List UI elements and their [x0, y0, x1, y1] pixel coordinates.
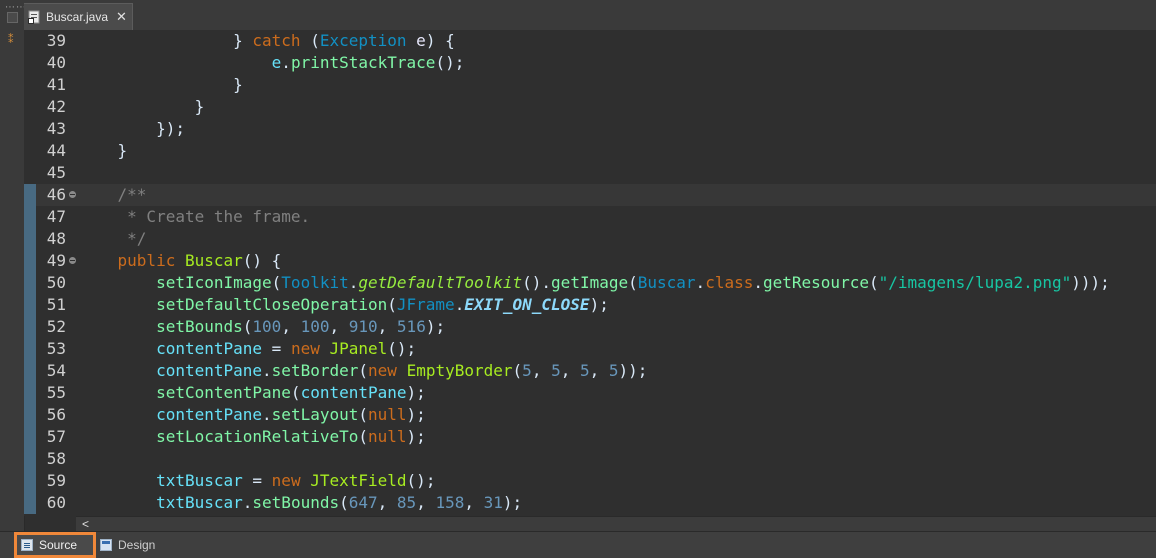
source-icon	[21, 539, 33, 551]
line-number: 45	[46, 163, 66, 182]
line-number: 58	[46, 449, 66, 468]
code-line[interactable]: 54 contentPane.setBorder(new EmptyBorder…	[24, 360, 1156, 382]
tab-title: Buscar.java	[46, 10, 109, 24]
code-text: setIconImage(Toolkit.getDefaultToolkit()…	[156, 273, 1110, 292]
tab-source-label: Source	[39, 538, 78, 552]
line-number: 54	[46, 361, 66, 380]
line-number: 46	[46, 185, 66, 204]
line-number: 56	[46, 405, 66, 424]
code-text: contentPane.setBorder(new EmptyBorder(5,…	[156, 361, 648, 380]
code-editor[interactable]: 39 } catch (Exception e) {40 e.printStac…	[24, 30, 1156, 516]
code-line[interactable]: 51 setDefaultCloseOperation(JFrame.EXIT_…	[24, 294, 1156, 316]
code-line[interactable]: 48 */	[24, 228, 1156, 250]
code-line[interactable]: 50 setIconImage(Toolkit.getDefaultToolki…	[24, 272, 1156, 294]
line-number: 53	[46, 339, 66, 358]
code-text: * Create the frame.	[117, 207, 311, 226]
left-gutter-strip: ⋯⋯ ⁑	[0, 0, 26, 531]
line-number: 41	[46, 75, 66, 94]
close-icon[interactable]: ✕	[116, 10, 127, 25]
minimize-icon[interactable]	[7, 12, 18, 23]
line-number: 43	[46, 119, 66, 138]
line-number: 44	[46, 141, 66, 160]
line-number: 40	[46, 53, 66, 72]
code-text: }	[79, 75, 243, 94]
tab-design[interactable]: Design	[96, 534, 166, 556]
code-line[interactable]: 55 setContentPane(contentPane);	[24, 382, 1156, 404]
scroll-left-icon[interactable]: <	[82, 517, 89, 531]
line-number: 48	[46, 229, 66, 248]
code-line[interactable]: 56 contentPane.setLayout(null);	[24, 404, 1156, 426]
bookmark-icon[interactable]: ⁑	[8, 33, 14, 46]
line-number: 55	[46, 383, 66, 402]
java-file-icon	[28, 10, 40, 24]
code-text: setLocationRelativeTo(null);	[156, 427, 426, 446]
code-text: setDefaultCloseOperation(JFrame.EXIT_ON_…	[156, 295, 609, 314]
tab-design-label: Design	[118, 538, 156, 552]
code-text: } catch (Exception e) {	[79, 31, 455, 50]
tab-source[interactable]: Source	[14, 532, 96, 558]
code-text: /**	[117, 185, 147, 204]
code-line[interactable]: 43 });	[24, 118, 1156, 140]
tab-buscar-java[interactable]: Buscar.java ✕	[24, 3, 133, 30]
code-text: setBounds(100, 100, 910, 516);	[156, 317, 446, 336]
code-line[interactable]: 42 }	[24, 96, 1156, 118]
code-line[interactable]: 47 * Create the frame.	[24, 206, 1156, 228]
code-line[interactable]: 57 setLocationRelativeTo(null);	[24, 426, 1156, 448]
line-number: 52	[46, 317, 66, 336]
line-number: 57	[46, 427, 66, 446]
code-text: setContentPane(contentPane);	[156, 383, 426, 402]
code-text: e.printStackTrace();	[271, 53, 465, 72]
code-line[interactable]: 49 public Buscar() {	[24, 250, 1156, 272]
code-line[interactable]: 40 e.printStackTrace();	[24, 52, 1156, 74]
code-line[interactable]: 59 txtBuscar = new JTextField();	[24, 470, 1156, 492]
line-number: 50	[46, 273, 66, 292]
code-line[interactable]: 46 /**	[24, 184, 1156, 206]
code-text: }	[79, 97, 205, 116]
fold-collapse-icon[interactable]	[69, 257, 76, 264]
line-number: 47	[46, 207, 66, 226]
line-number: 60	[46, 493, 66, 512]
code-text: */	[117, 229, 147, 248]
code-line[interactable]: 39 } catch (Exception e) {	[24, 30, 1156, 52]
code-text: }	[79, 141, 128, 160]
code-line[interactable]: 45	[24, 162, 1156, 184]
code-line[interactable]: 60 txtBuscar.setBounds(647, 85, 158, 31)…	[24, 492, 1156, 514]
code-line[interactable]: 58	[24, 448, 1156, 470]
code-text: contentPane = new JPanel();	[156, 339, 417, 358]
code-text: public Buscar() {	[117, 251, 282, 270]
line-number: 39	[46, 31, 66, 50]
code-line[interactable]: 44 }	[24, 140, 1156, 162]
code-text: txtBuscar.setBounds(647, 85, 158, 31);	[156, 493, 523, 512]
design-icon	[100, 539, 112, 551]
line-number: 42	[46, 97, 66, 116]
code-text: contentPane.setLayout(null);	[156, 405, 426, 424]
code-line[interactable]: 53 contentPane = new JPanel();	[24, 338, 1156, 360]
line-number: 51	[46, 295, 66, 314]
editor-tab-bar: Buscar.java ✕	[24, 0, 1156, 31]
code-text: });	[79, 119, 185, 138]
horizontal-scrollbar[interactable]: <	[76, 516, 1156, 532]
code-text: txtBuscar = new JTextField();	[156, 471, 436, 490]
fold-collapse-icon[interactable]	[69, 191, 76, 198]
code-line[interactable]: 52 setBounds(100, 100, 910, 516);	[24, 316, 1156, 338]
line-number: 59	[46, 471, 66, 490]
line-number: 49	[46, 251, 66, 270]
code-line[interactable]: 41 }	[24, 74, 1156, 96]
editor-mode-bar: Source Design	[0, 531, 1156, 558]
